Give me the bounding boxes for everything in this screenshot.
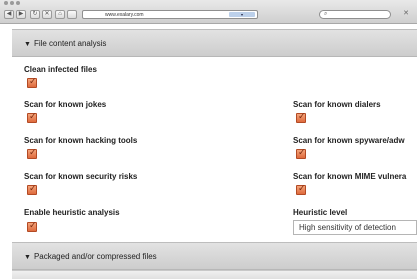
search-input[interactable]: ⌕ [319, 10, 391, 19]
scan-hacking-tools-label: Scan for known hacking tools [24, 136, 138, 145]
scan-security-risks-label: Scan for known security risks [24, 172, 138, 181]
clean-infected-label: Clean infected files [24, 65, 97, 74]
search-icon: ⌕ [324, 11, 328, 17]
scan-hacking-tools-checkbox[interactable] [27, 148, 37, 159]
address-bar[interactable]: www.exalary.com ▾ [82, 10, 258, 19]
forward-icon[interactable]: ▶ [16, 10, 26, 19]
scan-mime-checkbox[interactable] [296, 184, 306, 195]
window-control-dot[interactable] [4, 1, 8, 5]
scan-dialers-checkbox[interactable] [296, 112, 306, 123]
window-control-dot[interactable] [16, 1, 20, 5]
scan-spyware-checkbox[interactable] [296, 148, 306, 159]
scan-jokes-label: Scan for known jokes [24, 100, 107, 109]
scan-spyware-label: Scan for known spyware/adw [293, 136, 405, 145]
heuristic-level-label: Heuristic level [293, 208, 348, 217]
scan-security-risks-checkbox[interactable] [27, 184, 37, 195]
clean-infected-checkbox[interactable] [27, 77, 37, 88]
address-bar-url: www.exalary.com [105, 12, 144, 18]
next-panel-edge [12, 270, 417, 279]
scan-dialers-label: Scan for known dialers [293, 100, 381, 109]
heuristic-analysis-checkbox[interactable] [27, 221, 37, 232]
home-icon[interactable]: ⌂ [55, 10, 65, 19]
favicon-icon [67, 10, 77, 19]
window-controls[interactable] [4, 1, 20, 5]
section-header-file-content-analysis[interactable]: ▼ File content analysis [12, 29, 417, 57]
reload-icon[interactable]: ↻ [30, 10, 40, 19]
scan-jokes-checkbox[interactable] [27, 112, 37, 123]
back-icon[interactable]: ◀ [4, 10, 14, 19]
section-title: File content analysis [33, 39, 107, 48]
caret-down-icon: ▼ [24, 254, 31, 261]
scan-mime-label: Scan for known MIME vulnera [293, 172, 407, 181]
close-icon[interactable]: ✕ [403, 10, 409, 18]
heuristic-analysis-label: Enable heuristic analysis [24, 208, 120, 217]
section-header-packaged-files[interactable]: ▼ Packaged and/or compressed files [12, 242, 417, 270]
heuristic-level-select[interactable]: High sensitivity of detection [293, 220, 417, 235]
stop-icon[interactable]: ✕ [42, 10, 52, 19]
section-title: Packaged and/or compressed files [33, 252, 157, 261]
caret-down-icon: ▼ [24, 41, 31, 48]
browser-toolbar: ◀ ▶ ↻ ✕ ⌂ www.exalary.com ▾ ⌕ ✕ [0, 0, 417, 24]
window-control-dot[interactable] [10, 1, 14, 5]
address-dropdown-button[interactable]: ▾ [229, 12, 255, 17]
